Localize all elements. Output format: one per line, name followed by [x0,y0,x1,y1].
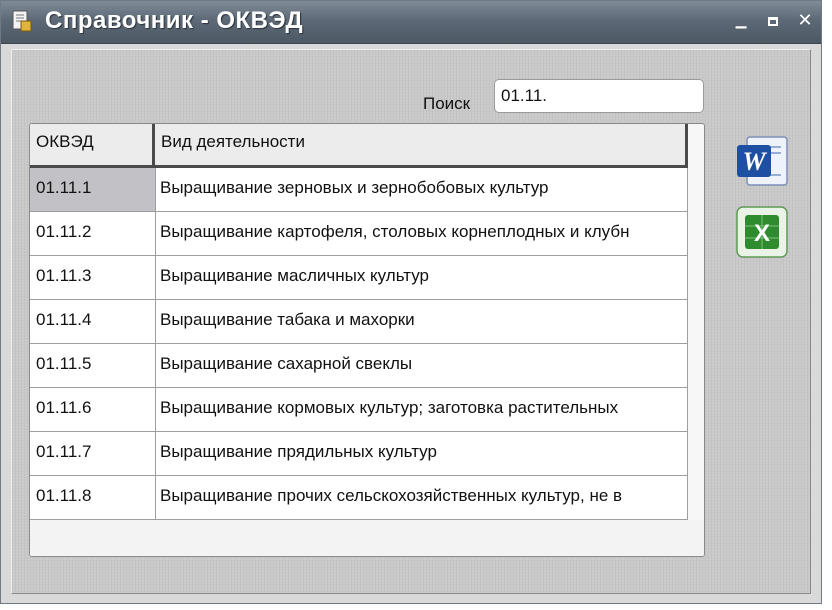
app-icon [12,10,32,32]
okved-table[interactable]: ОКВЭД Вид деятельности 01.11.1 Выращиван… [29,123,705,557]
table-row[interactable]: 01.11.6 Выращивание кормовых культур; за… [30,388,688,432]
cell-code[interactable]: 01.11.1 [30,168,156,211]
cell-code[interactable]: 01.11.7 [30,432,156,475]
word-export-icon: W [737,136,788,186]
window-title: Справочник - ОКВЭД [45,7,304,34]
cell-activity[interactable]: Выращивание сахарной свеклы [156,344,686,387]
export-excel-button[interactable]: X [733,203,791,261]
cell-activity[interactable]: Выращивание прочих сельскохозяйственных … [156,476,686,519]
table-row[interactable]: 01.11.3 Выращивание масличных культур [30,256,688,300]
table-row[interactable]: 01.11.2 Выращивание картофеля, столовых … [30,212,688,256]
column-header-activity[interactable]: Вид деятельности [155,124,685,165]
cell-code[interactable]: 01.11.2 [30,212,156,255]
search-label: Поиск [423,94,471,113]
excel-export-icon: X [736,206,788,258]
cell-activity[interactable]: Выращивание картофеля, столовых корнепло… [156,212,686,255]
cell-activity[interactable]: Выращивание табака и махорки [156,300,686,343]
cell-code[interactable]: 01.11.8 [30,476,156,519]
close-icon: ✕ [797,10,813,31]
maximize-icon [768,17,778,26]
export-word-button[interactable]: W [733,131,791,189]
maximize-button[interactable] [763,11,783,31]
cell-activity[interactable]: Выращивание зерновых и зернобобовых куль… [156,168,686,211]
svg-text:W: W [742,147,767,176]
cell-activity[interactable]: Выращивание масличных культур [156,256,686,299]
table-row[interactable]: 01.11.7 Выращивание прядильных культур [30,432,688,476]
cell-code[interactable]: 01.11.5 [30,344,156,387]
svg-text:X: X [754,220,770,247]
cell-code[interactable]: 01.11.6 [30,388,156,431]
table-row[interactable]: 01.11.1 Выращивание зерновых и зернобобо… [30,168,688,212]
table-row[interactable]: 01.11.4 Выращивание табака и махорки [30,300,688,344]
close-button[interactable]: ✕ [795,11,815,31]
table-row[interactable]: 01.11.8 Выращивание прочих сельскохозяйс… [30,476,688,520]
cell-activity[interactable]: Выращивание кормовых культур; заготовка … [156,388,686,431]
okved-window: Справочник - ОКВЭД ▁ ✕ Поиск ОКВЭД Вид д… [0,0,822,604]
minimize-button[interactable]: ▁ [731,11,751,31]
title-bar[interactable]: Справочник - ОКВЭД ▁ ✕ [1,1,821,44]
table-row[interactable]: 01.11.5 Выращивание сахарной свеклы [30,344,688,388]
column-header-code[interactable]: ОКВЭД [30,124,155,165]
search-input[interactable] [494,79,704,113]
cell-code[interactable]: 01.11.4 [30,300,156,343]
cell-activity[interactable]: Выращивание прядильных культур [156,432,686,475]
cell-code[interactable]: 01.11.3 [30,256,156,299]
table-empty-area [30,520,704,556]
minimize-icon: ▁ [735,13,747,29]
table-header: ОКВЭД Вид деятельности [30,124,688,168]
